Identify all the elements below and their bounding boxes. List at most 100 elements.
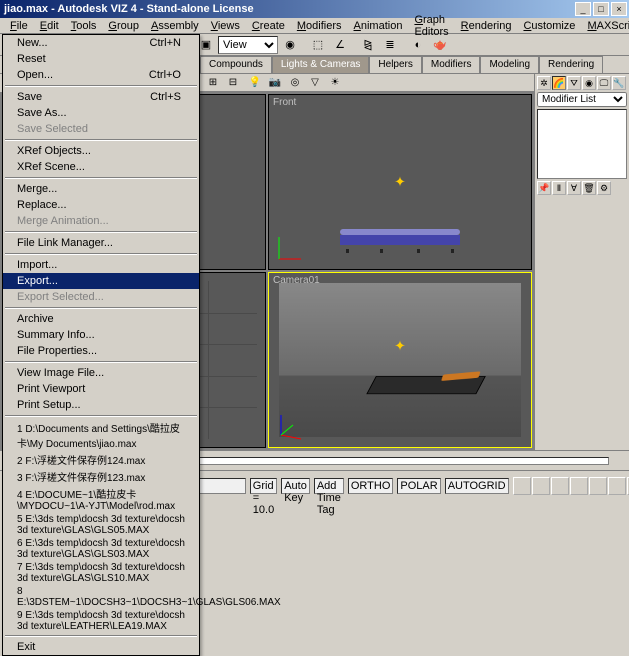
menu-assembly[interactable]: Assembly	[145, 19, 205, 33]
recent-file[interactable]: 5 E:\3ds temp\docsh 3d texture\docsh 3d …	[3, 513, 199, 537]
menu-animation[interactable]: Animation	[348, 19, 409, 33]
config-icon[interactable]: ⚙	[597, 181, 611, 195]
recent-file[interactable]: 3 F:\浮槎文件保存例123.max	[3, 468, 199, 485]
menu-file[interactable]: File	[4, 19, 34, 33]
recent-file[interactable]: 8 E:\3DSTEM~1\DOCSH3~1\DOCSH3~1\GLAS\GLS…	[3, 585, 199, 609]
menu-item-mergeanimation: Merge Animation...	[3, 213, 199, 229]
recent-file[interactable]: 9 E:\3ds temp\docsh 3d texture\docsh 3d …	[3, 609, 199, 633]
zoom-ext-icon[interactable]	[551, 477, 569, 495]
menu-item-replace[interactable]: Replace...	[3, 197, 199, 213]
menu-customize[interactable]: Customize	[517, 19, 581, 33]
menu-item-printsetup[interactable]: Print Setup...	[3, 397, 199, 413]
pivot-button[interactable]: ◉	[280, 36, 300, 54]
recent-file[interactable]: 1 D:\Documents and Settings\酷拉皮卡\My Docu…	[3, 419, 199, 451]
z-coord-field[interactable]	[196, 478, 246, 494]
show-result-icon[interactable]: Ⅱ	[552, 181, 566, 195]
addtag-button[interactable]: Add Time Tag	[314, 478, 344, 494]
menu-item-exit[interactable]: Exit	[3, 639, 199, 655]
bed-geometry	[340, 229, 460, 249]
modifier-stack[interactable]	[537, 109, 627, 179]
material-button[interactable]: ◐	[408, 36, 428, 54]
menu-item-printviewport[interactable]: Print Viewport	[3, 381, 199, 397]
vp1-icon[interactable]: ⊞	[204, 75, 222, 91]
pan-icon[interactable]	[513, 477, 531, 495]
autokey-button[interactable]: Auto Key	[281, 478, 310, 494]
polar-toggle[interactable]: POLAR	[397, 478, 440, 494]
close-button[interactable]: ×	[611, 2, 627, 16]
menu-tools[interactable]: Tools	[65, 19, 103, 33]
transform-gizmo-icon[interactable]: ✦	[394, 338, 406, 355]
tab-compounds[interactable]: Compounds	[200, 56, 272, 73]
mirror-button[interactable]: ⧎	[358, 36, 378, 54]
menu-item-import[interactable]: Import...	[3, 257, 199, 273]
camera-icon[interactable]: 📷	[266, 75, 284, 91]
menu-item-saveas[interactable]: Save As...	[3, 105, 199, 121]
vp2-icon[interactable]: ⊟	[224, 75, 242, 91]
axis-tripod-icon	[275, 233, 305, 263]
zoom-icon[interactable]	[532, 477, 550, 495]
menu-item-filelinkmanager[interactable]: File Link Manager...	[3, 235, 199, 251]
align-button[interactable]: ≣	[380, 36, 400, 54]
recent-file[interactable]: 2 F:\浮槎文件保存例124.max	[3, 451, 199, 468]
menu-item-archive[interactable]: Archive	[3, 311, 199, 327]
display-tab-icon[interactable]: 🖵	[597, 76, 611, 90]
spot-icon[interactable]: ▽	[306, 75, 324, 91]
sub-toolbar: ⊞ ⊟ 💡 📷 ◎ ▽ ☀	[200, 74, 534, 92]
remove-mod-icon[interactable]: 🗑	[582, 181, 596, 195]
recent-file[interactable]: 6 E:\3ds temp\docsh 3d texture\docsh 3d …	[3, 537, 199, 561]
file-menu-dropdown: New...Ctrl+NResetOpen...Ctrl+O SaveCtrl+S…	[2, 34, 200, 656]
maximize-button[interactable]: □	[593, 2, 609, 16]
menu-item-merge[interactable]: Merge...	[3, 181, 199, 197]
menu-item-xrefscene[interactable]: XRef Scene...	[3, 159, 199, 175]
arc-rotate-icon[interactable]	[570, 477, 588, 495]
menu-maxscript[interactable]: MAXScript	[581, 19, 629, 33]
recent-file[interactable]: 4 E:\DOCUME~1\酷拉皮卡\MYDOCU~1\A-YJT\Model\…	[3, 485, 199, 513]
tab-modifiers[interactable]: Modifiers	[422, 56, 481, 73]
tab-modeling[interactable]: Modeling	[480, 56, 539, 73]
menu-item-open[interactable]: Open...Ctrl+O	[3, 67, 199, 83]
menu-item-xrefobjects[interactable]: XRef Objects...	[3, 143, 199, 159]
recent-file[interactable]: 7 E:\3ds temp\docsh 3d texture\docsh 3d …	[3, 561, 199, 585]
menu-item-export[interactable]: Export...	[3, 273, 199, 289]
fov-icon[interactable]	[608, 477, 626, 495]
menu-item-fileproperties[interactable]: File Properties...	[3, 343, 199, 359]
menu-views[interactable]: Views	[205, 19, 246, 33]
motion-tab-icon[interactable]: ◉	[582, 76, 596, 90]
refcoord-select[interactable]: View	[218, 36, 278, 54]
viewport-nav	[513, 477, 629, 495]
viewport-front[interactable]: Front ✦	[268, 94, 532, 270]
menu-item-new[interactable]: New...Ctrl+N	[3, 35, 199, 51]
menu-group[interactable]: Group	[102, 19, 145, 33]
render-button[interactable]: 🫖	[430, 36, 450, 54]
menu-item-summaryinfo[interactable]: Summary Info...	[3, 327, 199, 343]
menu-edit[interactable]: Edit	[34, 19, 65, 33]
create-tab-icon[interactable]: ✲	[537, 76, 551, 90]
modifier-list-select[interactable]: Modifier List	[537, 92, 627, 107]
modify-tab-icon[interactable]: 🌈	[552, 76, 566, 90]
minimize-button[interactable]: _	[575, 2, 591, 16]
target-icon[interactable]: ◎	[286, 75, 304, 91]
ortho-toggle[interactable]: ORTHO	[348, 478, 394, 494]
tab-helpers[interactable]: Helpers	[369, 56, 421, 73]
omni-icon[interactable]: ☀	[326, 75, 344, 91]
menu-item-viewimagefile[interactable]: View Image File...	[3, 365, 199, 381]
light-icon[interactable]: 💡	[246, 75, 264, 91]
menu-item-reset[interactable]: Reset	[3, 51, 199, 67]
pin-stack-icon[interactable]: 📌	[537, 181, 551, 195]
utility-tab-icon[interactable]: 🔧	[612, 76, 626, 90]
menu-modifiers[interactable]: Modifiers	[291, 19, 348, 33]
room-render	[279, 283, 521, 437]
menu-item-save[interactable]: SaveCtrl+S	[3, 89, 199, 105]
transform-gizmo-icon[interactable]: ✦	[394, 174, 406, 191]
unique-icon[interactable]: ∀	[567, 181, 581, 195]
autogrid-toggle[interactable]: AUTOGRID	[445, 478, 509, 494]
angle-snap-button[interactable]: ∠	[330, 36, 350, 54]
menu-create[interactable]: Create	[246, 19, 291, 33]
viewport-camera[interactable]: Camera01 ✦	[268, 272, 532, 448]
tab-lightscameras[interactable]: Lights & Cameras	[272, 56, 369, 73]
hierarchy-tab-icon[interactable]: ⛛	[567, 76, 581, 90]
menu-rendering[interactable]: Rendering	[455, 19, 518, 33]
tab-rendering[interactable]: Rendering	[539, 56, 603, 73]
snap-button[interactable]: ⬚	[308, 36, 328, 54]
maxmin-icon[interactable]	[589, 477, 607, 495]
